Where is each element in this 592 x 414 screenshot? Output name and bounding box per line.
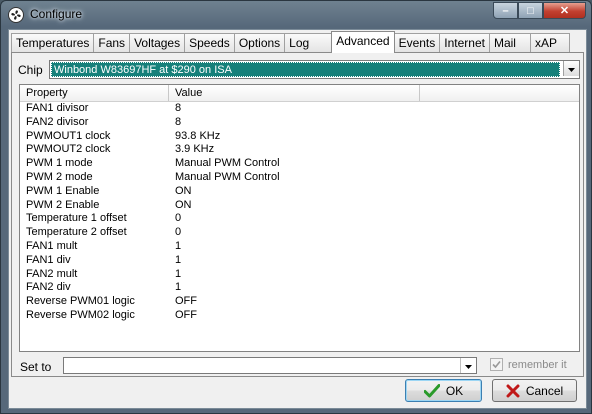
property-cell: FAN2 divisor xyxy=(26,115,89,128)
grid-header: Property Value xyxy=(20,85,579,102)
cancel-label: Cancel xyxy=(525,383,564,398)
advanced-panel: Chip Winbond W83697HF at $290 on ISA Pro… xyxy=(11,52,584,377)
property-cell: FAN1 divisor xyxy=(26,102,89,114)
property-cell: Temperature 2 offset xyxy=(26,226,127,239)
property-cell: PWMOUT2 clock xyxy=(26,143,111,156)
value-cell: 1 xyxy=(175,239,182,252)
set-to-dropdown-button[interactable] xyxy=(460,358,476,373)
tab-strip: Temperatures Fans Voltages Speeds Option… xyxy=(11,31,570,53)
value-cell: Manual PWM Control xyxy=(175,170,280,183)
minimize-icon: – xyxy=(502,4,509,17)
value-cell: 3.9 KHz xyxy=(175,143,215,156)
ok-label: OK xyxy=(445,383,464,398)
tab-mail[interactable]: Mail xyxy=(488,33,531,52)
chip-select[interactable]: Winbond W83697HF at $290 on ISA xyxy=(49,60,580,79)
table-row[interactable]: PWMOUT1 clock 93.8 KHz xyxy=(20,130,579,144)
table-row[interactable]: FAN1 mult 1 xyxy=(20,240,579,254)
table-row[interactable]: PWM 2 mode Manual PWM Control xyxy=(20,171,579,185)
maximize-icon: □ xyxy=(527,4,534,17)
chip-selected-value: Winbond W83697HF at $290 on ISA xyxy=(51,62,560,77)
table-row[interactable]: FAN2 divisor 8 xyxy=(20,116,579,130)
property-cell: Temperature 1 offset xyxy=(26,212,127,225)
tab-options[interactable]: Options xyxy=(233,33,286,52)
fan-icon xyxy=(8,7,24,23)
tab-advanced[interactable]: Advanced xyxy=(331,31,395,53)
configure-window: Configure – □ ✕ Temperatures Fans Voltag… xyxy=(0,0,592,414)
set-to-combobox[interactable] xyxy=(63,357,477,374)
value-cell: OFF xyxy=(175,308,197,321)
tab-voltages[interactable]: Voltages xyxy=(129,33,186,52)
window-title: Configure xyxy=(30,7,83,21)
maximize-button[interactable]: □ xyxy=(518,2,543,19)
value-cell: 1 xyxy=(175,267,182,280)
value-cell: 1 xyxy=(175,281,182,294)
set-to-label: Set to xyxy=(20,360,52,374)
caption-buttons: – □ ✕ xyxy=(493,2,586,20)
ok-button[interactable]: OK xyxy=(405,379,482,402)
tab-internet[interactable]: Internet xyxy=(439,33,490,52)
checkbox-check-icon xyxy=(490,358,503,371)
value-cell: OFF xyxy=(175,295,197,308)
table-row[interactable]: Reverse PWM02 logic OFF xyxy=(20,309,579,323)
tab-temperatures[interactable]: Temperatures xyxy=(11,33,95,52)
tab-log[interactable]: Log xyxy=(284,33,333,52)
value-cell: 8 xyxy=(175,115,182,128)
value-cell: ON xyxy=(175,198,192,211)
property-cell: FAN1 mult xyxy=(26,239,78,252)
column-header-value[interactable]: Value xyxy=(169,85,420,101)
value-cell: 0 xyxy=(175,226,182,239)
value-cell: Manual PWM Control xyxy=(175,157,280,170)
table-row[interactable]: FAN1 div 1 xyxy=(20,254,579,268)
remember-label: remember it xyxy=(508,358,567,371)
grid-rows: FAN1 divisor 8 FAN2 divisor 8 PWMOUT1 cloc… xyxy=(20,102,579,323)
table-row[interactable]: PWM 2 Enable ON xyxy=(20,199,579,213)
checkmark-icon xyxy=(423,383,440,398)
title-bar[interactable]: Configure – □ ✕ xyxy=(1,1,591,29)
minimize-button[interactable]: – xyxy=(493,2,518,19)
close-button[interactable]: ✕ xyxy=(543,2,586,19)
table-row[interactable]: PWMOUT2 clock 3.9 KHz xyxy=(20,143,579,157)
table-row[interactable]: FAN1 divisor 8 xyxy=(20,102,579,116)
property-cell: PWMOUT1 clock xyxy=(26,129,111,142)
property-cell: FAN1 div xyxy=(26,253,71,266)
property-cell: PWM 2 Enable xyxy=(26,198,100,211)
property-cell: PWM 2 mode xyxy=(26,170,93,183)
cross-icon xyxy=(506,384,520,398)
tab-events[interactable]: Events xyxy=(393,33,441,52)
close-icon: ✕ xyxy=(559,5,570,17)
property-cell: FAN2 mult xyxy=(26,267,78,280)
dialog-client: Temperatures Fans Voltages Speeds Option… xyxy=(8,29,587,409)
table-row[interactable]: PWM 1 mode Manual PWM Control xyxy=(20,157,579,171)
property-cell: Reverse PWM02 logic xyxy=(26,308,135,321)
chevron-down-icon xyxy=(568,63,575,75)
tab-fans[interactable]: Fans xyxy=(93,33,131,52)
tab-speeds[interactable]: Speeds xyxy=(184,33,235,52)
table-row[interactable]: Temperature 1 offset 0 xyxy=(20,212,579,226)
chevron-down-icon xyxy=(465,360,472,372)
property-cell: PWM 1 mode xyxy=(26,157,93,170)
tab-xap[interactable]: xAP xyxy=(529,33,570,52)
property-cell: PWM 1 Enable xyxy=(26,184,100,197)
value-cell: 0 xyxy=(175,212,182,225)
column-header-extra[interactable] xyxy=(420,85,579,101)
chip-dropdown-button[interactable] xyxy=(563,61,579,76)
property-cell: Reverse PWM01 logic xyxy=(26,295,135,308)
value-cell: 1 xyxy=(175,253,182,266)
value-cell: 93.8 KHz xyxy=(175,129,221,142)
value-cell: 8 xyxy=(175,102,182,114)
value-cell: ON xyxy=(175,184,192,197)
chip-label: Chip xyxy=(18,63,43,77)
remember-checkbox[interactable]: remember it xyxy=(490,358,567,371)
table-row[interactable]: FAN2 mult 1 xyxy=(20,268,579,282)
table-row[interactable]: FAN2 div 1 xyxy=(20,281,579,295)
property-cell: FAN2 div xyxy=(26,281,71,294)
property-grid[interactable]: Property Value FAN1 divisor 8 FAN2 diviso… xyxy=(19,84,580,352)
table-row[interactable]: Temperature 2 offset 0 xyxy=(20,226,579,240)
cancel-button[interactable]: Cancel xyxy=(492,379,577,402)
table-row[interactable]: Reverse PWM01 logic OFF xyxy=(20,295,579,309)
table-row[interactable]: PWM 1 Enable ON xyxy=(20,185,579,199)
column-header-property[interactable]: Property xyxy=(20,85,169,101)
